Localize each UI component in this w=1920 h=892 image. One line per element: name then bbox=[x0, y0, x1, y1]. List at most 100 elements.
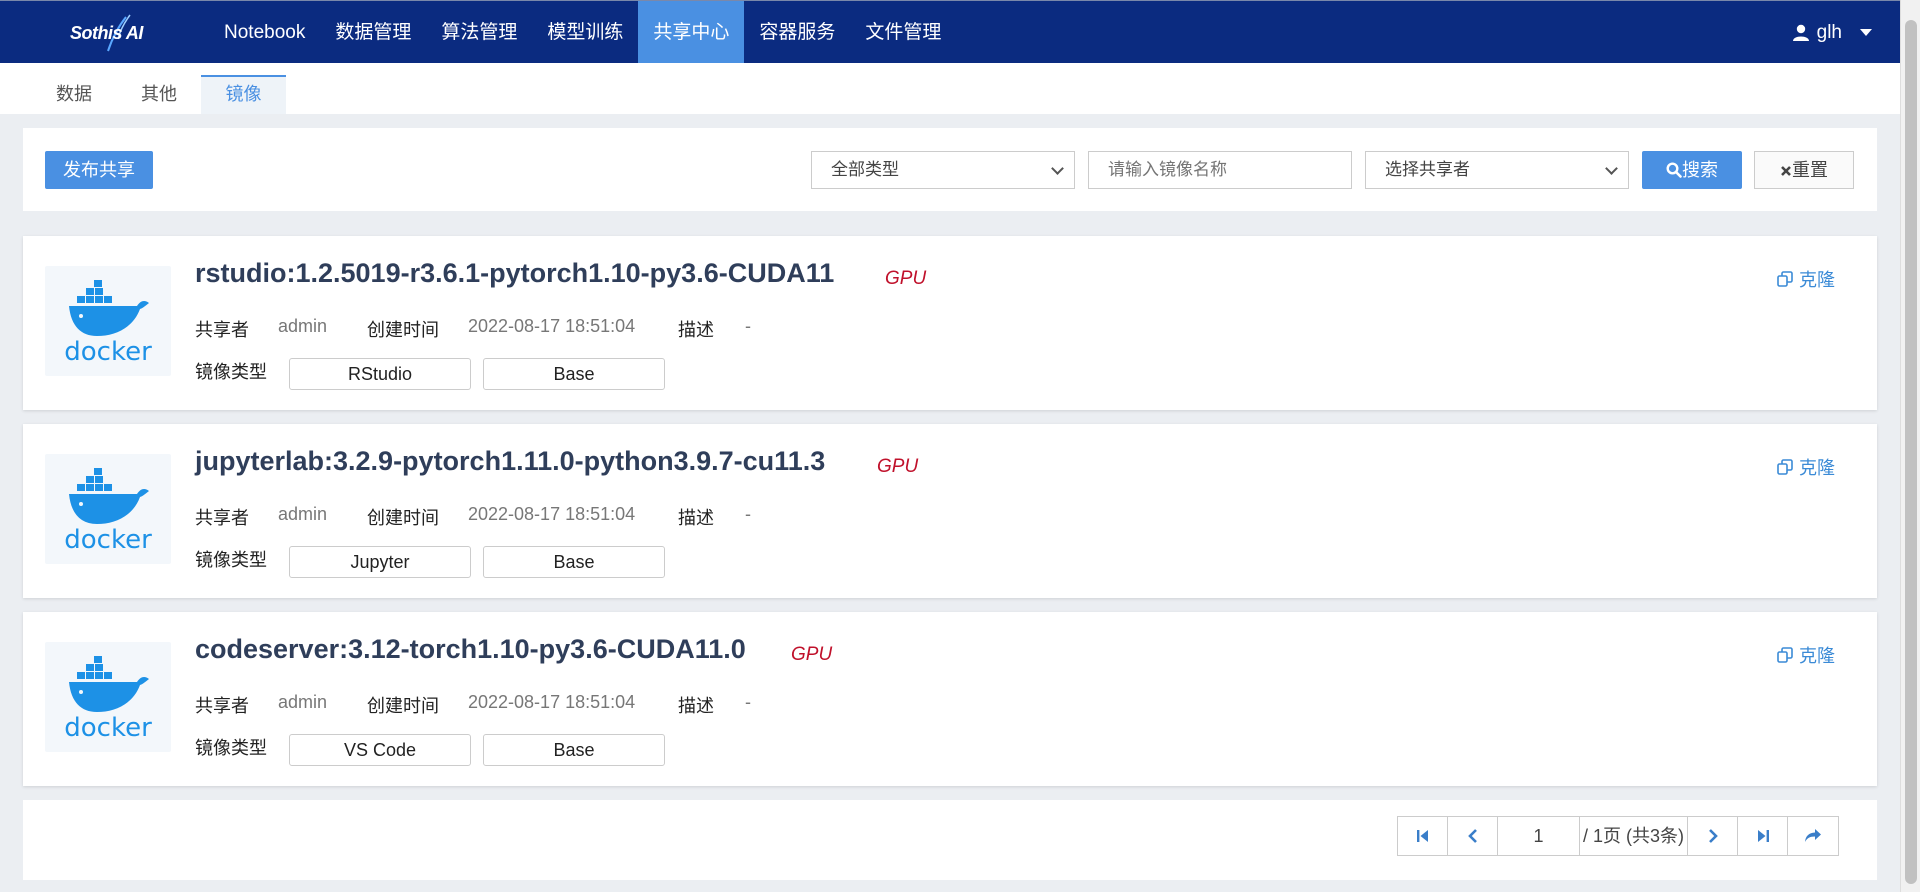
clone-button[interactable]: 克隆 bbox=[1777, 642, 1835, 668]
publish-share-button[interactable]: 发布共享 bbox=[45, 151, 153, 189]
button-label: 发布共享 bbox=[63, 160, 135, 180]
image-type-tag: VS Code bbox=[289, 734, 471, 766]
docker-logo: docker bbox=[45, 642, 171, 752]
clone-label: 克隆 bbox=[1799, 458, 1835, 478]
search-icon bbox=[1666, 162, 1682, 178]
gpu-badge: GPU bbox=[791, 644, 833, 665]
desc-label: 描述 bbox=[678, 320, 714, 340]
sharer-label: 共享者 bbox=[195, 508, 249, 528]
gpu-badge: GPU bbox=[885, 268, 927, 289]
close-icon bbox=[1781, 166, 1791, 176]
page-info: / 1页 (共3条) bbox=[1580, 817, 1688, 855]
pagination-panel: 1 / 1页 (共3条) bbox=[23, 800, 1877, 880]
desc-label: 描述 bbox=[678, 508, 714, 528]
tab-data[interactable]: 数据 bbox=[40, 75, 108, 114]
tab-image[interactable]: 镜像 bbox=[201, 75, 286, 114]
chevron-down-icon bbox=[1860, 29, 1872, 36]
docker-icon: docker bbox=[64, 468, 152, 555]
image-name: rstudio:1.2.5019-r3.6.1-pytorch1.10-py3.… bbox=[195, 258, 835, 288]
nav-item-file-management[interactable]: 文件管理 bbox=[850, 1, 956, 64]
clone-icon bbox=[1777, 271, 1793, 287]
image-name-search-input[interactable] bbox=[1088, 151, 1352, 189]
logo-text: Sothis AI bbox=[70, 23, 143, 43]
nav-item-data-management[interactable]: 数据管理 bbox=[320, 1, 426, 64]
image-type-tag: Base bbox=[483, 734, 665, 766]
tab-label: 数据 bbox=[56, 84, 92, 104]
user-name: glh bbox=[1816, 22, 1842, 43]
scrollbar-thumb[interactable] bbox=[1905, 20, 1917, 884]
desc-value: - bbox=[745, 316, 751, 336]
chevron-right-icon bbox=[1708, 829, 1718, 843]
nav-label: 算法管理 bbox=[441, 22, 518, 43]
created-value: 2022-08-17 18:51:04 bbox=[468, 504, 636, 524]
tab-label: 其他 bbox=[141, 84, 177, 104]
image-type-tag: Jupyter bbox=[289, 546, 471, 578]
nav-label: 文件管理 bbox=[865, 22, 942, 43]
sharer-value: admin bbox=[278, 504, 328, 524]
top-navbar: Sothis AI Notebook 数据管理 算法管理 模型训练 共享中心 容… bbox=[0, 0, 1900, 64]
image-type-tag: RStudio bbox=[289, 358, 471, 390]
created-value: 2022-08-17 18:51:04 bbox=[468, 316, 636, 336]
docker-logo: docker bbox=[45, 454, 171, 564]
created-label: 创建时间 bbox=[367, 508, 439, 528]
select-value: 全部类型 bbox=[831, 160, 899, 179]
created-label: 创建时间 bbox=[367, 696, 439, 716]
nav-item-share-center[interactable]: 共享中心 bbox=[638, 1, 745, 64]
nav-item-model-training[interactable]: 模型训练 bbox=[532, 1, 638, 64]
tab-other[interactable]: 其他 bbox=[125, 75, 193, 114]
sharer-label: 共享者 bbox=[195, 320, 249, 340]
image-name: jupyterlab:3.2.9-pytorch1.11.0-python3.9… bbox=[195, 446, 826, 476]
nav-label: 模型训练 bbox=[547, 22, 624, 43]
image-type-tag: Base bbox=[483, 358, 665, 390]
nav-label: 共享中心 bbox=[653, 22, 730, 43]
desc-value: - bbox=[745, 692, 751, 712]
share-forward-icon bbox=[1805, 829, 1821, 842]
chevron-down-icon bbox=[1605, 162, 1618, 175]
created-label: 创建时间 bbox=[367, 320, 439, 340]
docker-icon: docker bbox=[64, 656, 152, 743]
last-page-button[interactable] bbox=[1738, 817, 1788, 855]
docker-wordmark: docker bbox=[64, 337, 152, 367]
clone-icon bbox=[1777, 459, 1793, 475]
next-page-button[interactable] bbox=[1688, 817, 1738, 855]
image-type-label: 镜像类型 bbox=[195, 362, 267, 382]
chevron-down-icon bbox=[1051, 162, 1064, 175]
select-value: 选择共享者 bbox=[1385, 160, 1470, 179]
app-logo[interactable]: Sothis AI bbox=[68, 13, 158, 53]
nav-item-algorithm-management[interactable]: 算法管理 bbox=[426, 1, 532, 64]
page-scrollbar[interactable] bbox=[1900, 0, 1920, 892]
docker-icon: docker bbox=[64, 280, 152, 367]
clone-label: 克隆 bbox=[1799, 646, 1835, 666]
sharer-label: 共享者 bbox=[195, 696, 249, 716]
reset-button[interactable]: 重置 bbox=[1754, 151, 1854, 189]
page-number-input[interactable]: 1 bbox=[1498, 817, 1580, 855]
docker-wordmark: docker bbox=[64, 713, 152, 743]
user-menu[interactable]: glh bbox=[1792, 1, 1872, 64]
image-type-label: 镜像类型 bbox=[195, 738, 267, 758]
desc-label: 描述 bbox=[678, 696, 714, 716]
nav-item-container-service[interactable]: 容器服务 bbox=[744, 1, 850, 64]
docker-logo: docker bbox=[45, 266, 171, 376]
clone-button[interactable]: 克隆 bbox=[1777, 454, 1835, 480]
image-type-label: 镜像类型 bbox=[195, 550, 267, 570]
filter-toolbar: 发布共享 全部类型 选择共享者 搜索 重置 bbox=[23, 128, 1877, 211]
first-page-button[interactable] bbox=[1398, 817, 1448, 855]
user-icon bbox=[1792, 24, 1809, 41]
clone-label: 克隆 bbox=[1799, 270, 1835, 290]
go-page-button[interactable] bbox=[1788, 817, 1838, 855]
first-page-icon bbox=[1416, 830, 1428, 842]
search-button[interactable]: 搜索 bbox=[1642, 151, 1742, 189]
gpu-badge: GPU bbox=[877, 456, 919, 477]
sharer-select[interactable]: 选择共享者 bbox=[1365, 151, 1629, 189]
desc-value: - bbox=[745, 504, 751, 524]
main-nav: Notebook 数据管理 算法管理 模型训练 共享中心 容器服务 文件管理 bbox=[209, 1, 956, 64]
type-select[interactable]: 全部类型 bbox=[811, 151, 1075, 189]
sharer-value: admin bbox=[278, 316, 328, 336]
clone-icon bbox=[1777, 647, 1793, 663]
image-type-tag: Base bbox=[483, 546, 665, 578]
docker-wordmark: docker bbox=[64, 525, 152, 555]
nav-item-notebook[interactable]: Notebook bbox=[209, 1, 320, 64]
prev-page-button[interactable] bbox=[1448, 817, 1498, 855]
clone-button[interactable]: 克隆 bbox=[1777, 266, 1835, 292]
sharer-value: admin bbox=[278, 692, 328, 712]
